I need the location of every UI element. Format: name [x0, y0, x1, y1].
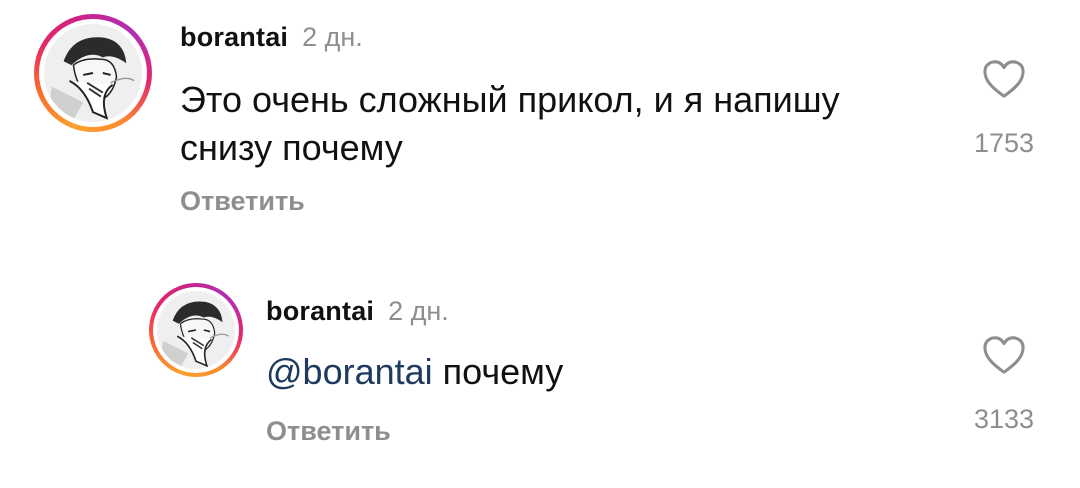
like-count: 1753 — [973, 128, 1035, 158]
comment-text: Это очень сложный прикол, и я напишу сни… — [180, 79, 840, 168]
like-control: 1753 — [964, 58, 1044, 159]
avatar-illustration — [44, 24, 142, 122]
username[interactable]: borantai — [180, 22, 288, 52]
reply-comment-item: borantai 2 дн. @borantai почему Ответить … — [0, 270, 1080, 480]
mention-link[interactable]: @borantai — [266, 351, 433, 392]
like-control: 3133 — [964, 334, 1044, 435]
comment-text-body: почему — [432, 351, 564, 392]
avatar-illustration — [157, 291, 235, 369]
comment-text: @borantai почему — [266, 348, 926, 396]
heart-outline-icon[interactable] — [981, 334, 1027, 376]
reply-button[interactable]: Ответить — [180, 186, 305, 217]
avatar[interactable] — [157, 291, 235, 369]
comment-meta: borantai 2 дн. — [266, 296, 449, 327]
comment-item: borantai 2 дн. Это очень сложный прикол, … — [0, 0, 1080, 230]
comment-meta: borantai 2 дн. — [180, 22, 363, 53]
username[interactable]: borantai — [266, 296, 374, 326]
heart-outline-icon[interactable] — [981, 58, 1027, 100]
timestamp: 2 дн. — [302, 22, 363, 52]
like-count: 3133 — [973, 404, 1035, 434]
avatar[interactable] — [44, 24, 142, 122]
reply-button[interactable]: Ответить — [266, 416, 391, 447]
timestamp: 2 дн. — [388, 296, 449, 326]
